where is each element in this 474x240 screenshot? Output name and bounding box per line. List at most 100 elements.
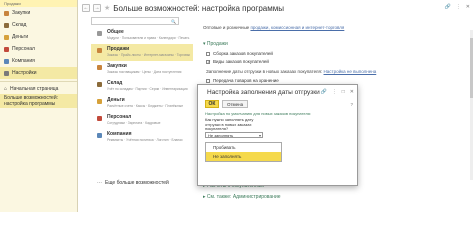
fill-mode-select[interactable]: Не заполнять ▾ (205, 132, 263, 138)
cart-icon (4, 10, 9, 16)
more-icon: ⋯ (97, 180, 102, 186)
custom-order-checkbox[interactable]: Сборка заказов покупателей (206, 51, 273, 56)
checkbox-checked-icon (206, 59, 210, 64)
section-subtitle: Сотрудники · Зарплата · Кадровые (107, 121, 161, 125)
gear-icon (4, 70, 9, 76)
warehouse-icon (97, 82, 102, 87)
sidebar-item-settings[interactable]: Настройки (0, 67, 77, 79)
link-icon[interactable]: 🔗 (445, 4, 451, 10)
section-list: Общее Модули · Пользователи и права · Кал… (91, 27, 193, 146)
sidebar-item-purchases[interactable]: Закупки (0, 7, 77, 19)
dialog-controls: 🔗 ⋮ □ ✕ (321, 89, 354, 95)
sidebar-item-staff[interactable]: Персонал (0, 43, 77, 55)
section-sales[interactable]: Продажи Заказы · Прайс-листы · Интернет-м… (91, 44, 193, 61)
building-icon (97, 133, 102, 138)
home-page-link[interactable]: ⌂ Начальная страница (0, 84, 77, 94)
checkbox-icon (206, 78, 210, 83)
fill-date-row: Заполнение даты отгрузки в новых заказах… (206, 69, 376, 74)
more-icon[interactable]: ⋮ (332, 89, 337, 95)
more-features-link[interactable]: ⋯ Еще больше возможностей (91, 180, 193, 186)
sidebar-item-warehouse[interactable]: Склад (0, 19, 77, 31)
link-icon[interactable]: 🔗 (321, 89, 327, 95)
search-input[interactable]: 🔍 (91, 17, 179, 25)
building-icon (4, 58, 9, 64)
page-title: Больше возможностей: настройка программы (113, 3, 284, 13)
section-title: Деньги (107, 97, 125, 103)
cancel-button[interactable]: Отмена (222, 100, 249, 108)
more-icon[interactable]: ⋮ (456, 4, 461, 10)
section-company[interactable]: Компания Реквизиты · Учётная политика · Л… (91, 129, 193, 146)
window-controls: 🔗 ⋮ ✕ (445, 4, 470, 10)
section-purchases[interactable]: Закупки Заказы поставщикам · Цены · Дата … (91, 61, 193, 78)
select-value: Не заполнять (208, 132, 234, 138)
dialog-toolbar: ОК Отмена (205, 100, 249, 108)
sidebar-item-label: Настройки (12, 70, 37, 76)
checkbox-label: Сборка заказов покупателей (213, 51, 273, 56)
sidebar-item-sales[interactable]: Продажи (0, 0, 77, 7)
cart-icon (97, 65, 102, 70)
section-title: Продажи (107, 46, 130, 52)
section-general[interactable]: Общее Модули · Пользователи и права · Кал… (91, 27, 193, 44)
section-money[interactable]: Деньги Расчётные счета · Кассы · Бюджеты … (91, 95, 193, 112)
scrollbar-thumb[interactable] (470, 38, 473, 98)
section-subtitle: Заказы · Прайс-листы · Интернет-магазины… (107, 53, 190, 57)
home-icon: ⌂ (4, 86, 8, 92)
order-kinds-checkbox[interactable]: Виды заказов покупателей (206, 59, 269, 64)
form-header: ← → ★ Больше возможностей: настройка про… (78, 0, 474, 16)
coins-icon (4, 34, 9, 40)
people-icon (97, 116, 102, 121)
see-also-link[interactable]: ▸ См. также: Администрирование (203, 194, 281, 200)
section-subtitle: Модули · Пользователи и права · Календар… (107, 36, 190, 40)
section-title: Компания (107, 131, 132, 137)
intro-label: Оптовые и розничные (203, 25, 250, 30)
maximize-icon[interactable]: □ (342, 89, 345, 95)
sidebar-item-label: Компания (12, 58, 35, 64)
home-page-label: Начальная страница (10, 86, 59, 92)
section-title: Склад (107, 80, 123, 86)
sales-icon (97, 48, 102, 53)
people-icon (4, 46, 9, 52)
star-icon[interactable]: ★ (104, 4, 110, 12)
fill-mode-dropdown: Пробивать Не заполнять (205, 142, 282, 162)
group-sales[interactable]: ▾ Продажи (203, 41, 228, 47)
help-button[interactable]: ? (350, 102, 353, 107)
link-label: См. также: Администрирование (206, 194, 281, 200)
arrow-right-icon[interactable]: → (93, 4, 101, 12)
section-warehouse[interactable]: Склад Учёт по складам · Партии · Серии · … (91, 78, 193, 95)
sidebar-item-money[interactable]: Деньги (0, 31, 77, 43)
coins-icon (97, 99, 102, 104)
sidebar-item-label: Закупки (12, 10, 31, 16)
search-icon: 🔍 (171, 18, 176, 24)
shipment-date-dialog: Настройка заполнения даты отгрузки 🔗 ⋮ □… (197, 84, 358, 186)
question-label: Как нужно заполнять дату отгрузки в новы… (205, 117, 254, 131)
section-subtitle: Заказы поставщикам · Цены · Дата поступл… (107, 70, 182, 74)
sidebar-item-label: Деньги (12, 34, 29, 40)
section-subtitle: Расчётные счета · Кассы · Бюджеты · Плат… (107, 104, 184, 108)
transfer-checkbox[interactable]: Передача товаров на хранение (206, 78, 279, 83)
fill-date-link[interactable]: Настройка не выполнена (324, 69, 377, 74)
close-icon[interactable]: ✕ (350, 89, 354, 95)
close-icon[interactable]: ✕ (466, 4, 470, 10)
chevron-down-icon[interactable]: ▾ (259, 133, 261, 138)
more-features-label: Еще больше возможностей (105, 180, 169, 186)
default-setting-note: Настройка по умолчанию для новых заказов… (205, 111, 312, 116)
section-title: Персонал (107, 114, 132, 120)
section-staff[interactable]: Персонал Сотрудники · Зарплата · Кадровые (91, 112, 193, 129)
intro-link[interactable]: продажи, комиссионная и интернет-торговл… (250, 25, 344, 30)
arrow-left-icon[interactable]: ← (82, 4, 90, 12)
sidebar-item-company[interactable]: Компания (0, 55, 77, 67)
group-title: Продажи (206, 41, 228, 47)
dropdown-option[interactable]: Пробивать (206, 143, 281, 152)
open-window-item[interactable]: Больше возможностей: настройка программы (0, 94, 77, 108)
scrollbar[interactable] (470, 30, 473, 180)
dropdown-option-selected[interactable]: Не заполнять (206, 152, 281, 161)
sections-sidebar: Продажи Закупки Склад Деньги Персонал Ко… (0, 0, 78, 212)
section-subtitle: Учёт по складам · Партии · Серии · Инвен… (107, 87, 188, 91)
section-subtitle: Реквизиты · Учётная политика · Логотип ·… (107, 138, 183, 142)
sidebar-item-label: Персонал (12, 46, 35, 52)
section-title: Закупки (107, 63, 127, 69)
fill-date-label: Заполнение даты отгрузки в новых заказах… (206, 69, 323, 74)
checkbox-label: Виды заказов покупателей (213, 59, 269, 64)
checkbox-icon (206, 51, 210, 56)
ok-button[interactable]: ОК (205, 100, 219, 108)
